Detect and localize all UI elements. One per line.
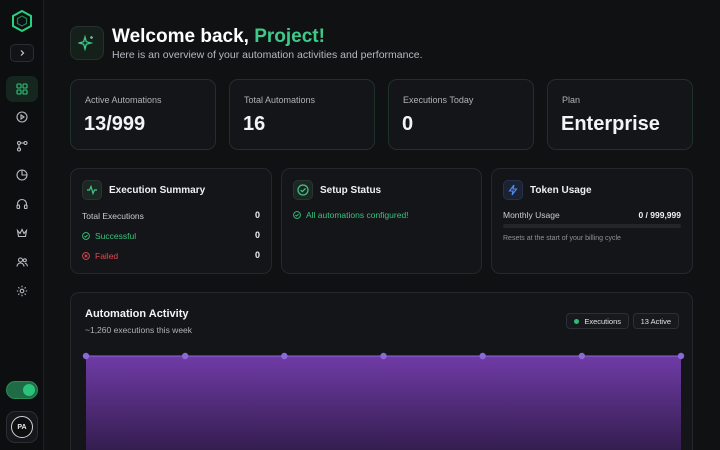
card-title: Execution Summary [109,185,206,196]
monthly-usage-value: 0 / 999,999 [638,210,681,220]
bolt-icon [508,184,518,196]
page-title: Welcome back, Project! [112,26,325,48]
sparkle-icon [78,34,94,52]
total-executions-label: Total Executions [82,211,144,221]
stat-label: Total Automations [244,95,316,105]
stat-value: 13/999 [84,113,146,135]
failed-row: Failed [82,251,118,261]
monthly-usage-label: Monthly Usage [503,210,560,220]
setup-status-message: All automations configured! [306,210,409,220]
sidebar-item-users[interactable] [6,249,38,275]
stat-value: 16 [243,113,266,135]
user-menu-button[interactable]: PA [6,411,38,443]
total-executions-value: 0 [254,210,260,220]
sidebar: PA [0,0,44,450]
chevron-right-icon [20,50,25,56]
check-circle-icon [293,211,301,219]
chart-point[interactable] [281,352,288,360]
crown-icon [16,228,28,238]
token-usage-progress [503,224,681,228]
setup-status-card: Setup Status All automations configured! [281,168,482,274]
check-circle-icon [82,232,90,240]
stat-value: Enterprise [561,113,660,135]
stat-label: Executions Today [403,95,474,105]
stat-card-active-automations: Active Automations 13/999 [70,79,216,150]
chart-pie-icon [16,169,28,181]
stat-card-plan: Plan Enterprise [547,79,693,150]
activity-icon [87,184,97,196]
flow-icon [16,140,28,152]
failed-value: 0 [254,250,260,260]
stat-label: Plan [562,95,581,105]
chart-point[interactable] [380,352,387,360]
execution-summary-card: Execution Summary Total Executions 0 Suc… [70,168,272,274]
chart-point[interactable] [578,352,586,360]
sidebar-collapse-button[interactable] [10,44,34,62]
sidebar-item-executions[interactable] [6,104,38,130]
greeting-text: Welcome back, [112,26,249,47]
sidebar-item-support[interactable] [6,191,38,217]
setup-status-row: All automations configured! [293,210,409,220]
avatar: PA [11,416,33,438]
successful-value: 0 [254,230,260,240]
sidebar-item-dashboard[interactable] [6,76,38,102]
chart-point[interactable] [479,352,486,360]
theme-toggle[interactable] [6,381,38,399]
failed-label: Failed [95,251,119,261]
activity-area [86,356,681,450]
sidebar-item-plans[interactable] [6,220,38,246]
bolt-icon-badge [503,180,523,200]
check-circle-icon [297,184,309,196]
project-name: Project! [254,26,325,47]
stat-value: 0 [402,113,414,135]
token-usage-card: Token Usage Monthly Usage 0 / 999,999 Re… [491,168,693,274]
headset-icon [16,198,28,210]
stat-card-total-automations: Total Automations 16 [229,79,375,150]
logo-hexagon-icon[interactable] [12,10,32,32]
chart-point[interactable] [181,352,189,360]
successful-row: Successful [82,231,136,241]
grid-icon [16,83,28,95]
sidebar-item-settings[interactable] [6,278,38,304]
card-title: Setup Status [320,185,382,196]
automation-activity-card: Automation Activity ~1,260 executions th… [70,292,693,450]
activity-icon-badge [82,180,102,200]
header-sparkle-badge [70,26,104,60]
stat-label: Active Automations [85,95,162,105]
chart-point[interactable] [677,352,685,360]
x-circle-icon [82,252,90,260]
play-icon [16,111,28,123]
activity-chart [82,352,685,450]
check-icon-badge [293,180,313,200]
successful-label: Successful [95,231,137,241]
gear-icon [16,285,28,297]
toggle-knob [23,384,35,396]
stat-card-executions-today: Executions Today 0 [388,79,534,150]
sidebar-item-analytics[interactable] [6,162,38,188]
sidebar-item-workflows[interactable] [6,133,38,159]
chart-point[interactable] [82,352,90,360]
page-subtitle: Here is an overview of your automation a… [112,49,423,61]
users-icon [16,257,28,267]
card-title: Token Usage [530,185,592,196]
billing-reset-note: Resets at the start of your billing cycl… [503,235,621,242]
